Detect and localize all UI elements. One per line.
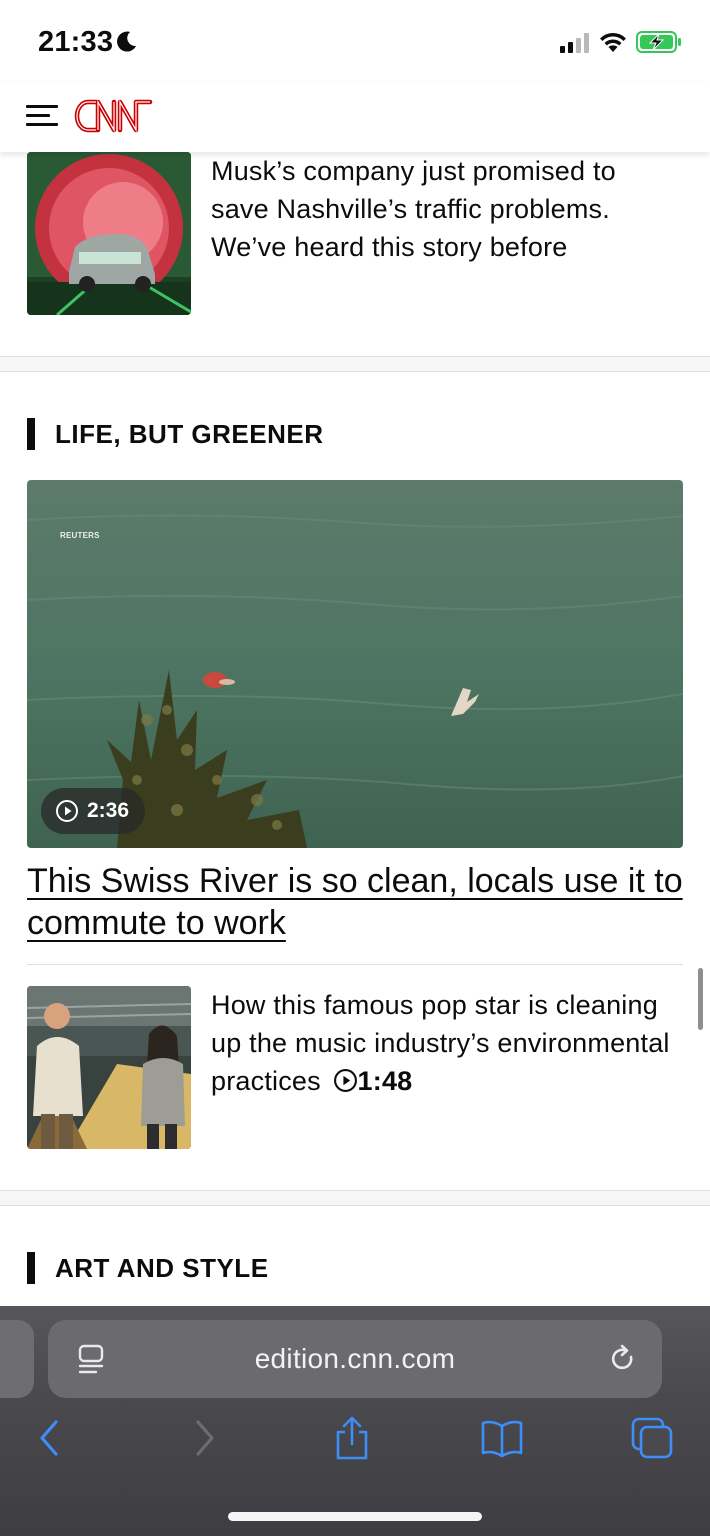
story-thumbnail-tunnel[interactable]: [27, 152, 191, 315]
section-marker: [27, 1252, 35, 1284]
play-circle-icon: [56, 800, 78, 822]
story-card[interactable]: How this famous pop star is cleaning up …: [27, 986, 683, 1149]
bookmarks-icon[interactable]: [480, 1416, 524, 1460]
video-duration-badge[interactable]: 2:36: [41, 788, 146, 834]
story-headline[interactable]: Musk’s company just promised to save Nas…: [211, 152, 681, 266]
reload-icon[interactable]: [608, 1344, 638, 1374]
tabs-icon[interactable]: [630, 1416, 674, 1460]
previous-tab-preview[interactable]: [0, 1320, 34, 1398]
section-label[interactable]: LIFE, BUT GREENER: [55, 419, 324, 450]
story-headline[interactable]: How this famous pop star is cleaning up …: [211, 986, 681, 1100]
video-duration: 1:48: [357, 1066, 413, 1096]
section-marker: [27, 418, 35, 450]
section-label[interactable]: ART AND STYLE: [55, 1253, 269, 1284]
page-menu-icon[interactable]: [76, 1343, 106, 1375]
hero-headline-link[interactable]: This Swiss River is so clean, locals use…: [27, 860, 683, 944]
battery-charging-icon: [636, 31, 681, 53]
hamburger-menu-icon[interactable]: [26, 102, 58, 128]
status-bar: 21:33: [0, 0, 710, 82]
cnn-logo[interactable]: [74, 96, 156, 136]
home-indicator[interactable]: [228, 1512, 482, 1521]
moon-icon: [117, 31, 136, 52]
section-separator: [0, 1190, 710, 1206]
forward-icon[interactable]: [182, 1416, 226, 1460]
hero-video[interactable]: REUTERS 2:36: [27, 480, 683, 848]
video-duration: 2:36: [87, 799, 130, 822]
back-icon[interactable]: [28, 1416, 72, 1460]
play-circle-icon: [333, 1069, 357, 1092]
address-bar[interactable]: edition.cnn.com: [48, 1320, 662, 1398]
divider: [27, 964, 683, 965]
cellular-signal-icon: [560, 33, 589, 53]
scrollbar[interactable]: [698, 968, 703, 1030]
reuters-watermark: REUTERS: [60, 531, 100, 540]
section-title-life-but-greener[interactable]: LIFE, BUT GREENER: [27, 418, 324, 450]
hero-headline[interactable]: This Swiss River is so clean, locals use…: [27, 862, 683, 942]
status-time: 21:33: [38, 26, 114, 58]
article-feed: Musk’s company just promised to save Nas…: [0, 152, 710, 1306]
section-separator: [0, 356, 710, 372]
story-thumbnail-interview[interactable]: [27, 986, 191, 1149]
section-title-art-and-style[interactable]: ART AND STYLE: [27, 1252, 269, 1284]
share-icon[interactable]: [330, 1416, 374, 1460]
story-headline-text[interactable]: How this famous pop star is cleaning up …: [211, 990, 670, 1096]
site-header: [0, 82, 710, 152]
url-text[interactable]: edition.cnn.com: [48, 1320, 662, 1398]
browser-toolbar: edition.cnn.com: [0, 1306, 710, 1536]
wifi-icon: [600, 32, 626, 52]
story-card[interactable]: Musk’s company just promised to save Nas…: [27, 152, 683, 315]
